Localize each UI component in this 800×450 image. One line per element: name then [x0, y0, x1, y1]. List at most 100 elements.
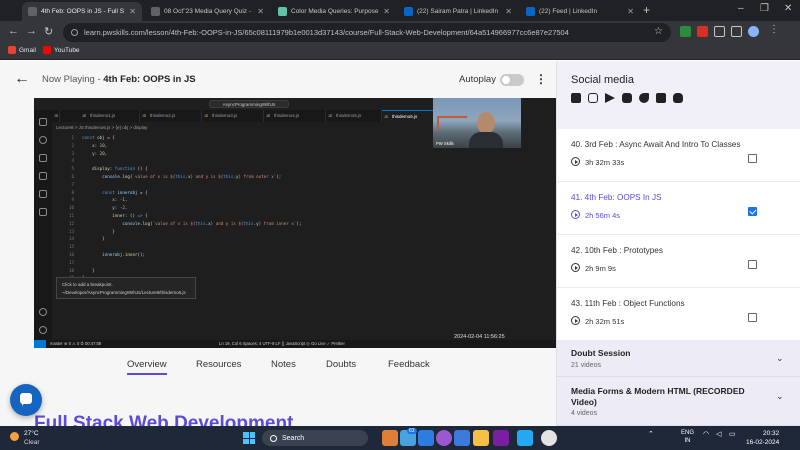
code-editor: const obj = { x: 10, y: 20, display: fun… — [82, 135, 302, 280]
tooltip-path: ~/Developer/AsyncProgrammingWithJs/Lectu… — [62, 290, 186, 295]
tab-notes[interactable]: Notes — [271, 359, 296, 370]
back-arrow-icon[interactable]: ← — [14, 70, 30, 88]
vscode-icon[interactable] — [517, 430, 533, 446]
tab-doubts[interactable]: Doubts — [326, 359, 356, 370]
reload-icon[interactable]: ↻ — [44, 25, 53, 38]
more-options-icon[interactable]: ⋮ — [535, 72, 547, 86]
lecture-item-current[interactable]: 41. 4th Feb: OOPS In JS 2h 56m 4s — [557, 182, 800, 235]
site-info-icon[interactable] — [71, 29, 78, 36]
telegram-icon[interactable] — [605, 93, 615, 103]
new-tab-icon[interactable]: + — [643, 3, 650, 17]
facebook-icon[interactable] — [571, 93, 581, 103]
section-doubt-session[interactable]: Doubt Session 21 videos ⌄ — [557, 341, 800, 377]
bookmark-gmail[interactable]: Gmail — [8, 46, 36, 54]
weather-condition: Clear — [24, 439, 40, 446]
bookmark-label: YouTube — [54, 46, 80, 54]
youtube-icon[interactable] — [622, 93, 632, 103]
social-icons — [571, 93, 683, 103]
address-bar[interactable]: learn.pwskills.com/lesson/4th-Feb:-OOPS-… — [63, 23, 671, 42]
vscode-command-center: AsyncProgrammingWithJs — [209, 100, 289, 108]
editor-tab: thisdemo4.js — [264, 110, 326, 122]
lecture-complete-checkbox[interactable] — [748, 313, 757, 322]
content-tabs: Overview Resources Notes Doubts Feedback — [0, 348, 556, 378]
video-player[interactable]: AsyncProgrammingWithJs thisdemo1.js this… — [34, 98, 556, 348]
extension-icon[interactable] — [697, 26, 708, 37]
discord-icon[interactable] — [673, 93, 683, 103]
volume-icon[interactable]: ◁ — [716, 430, 721, 438]
instagram-icon[interactable] — [588, 93, 598, 103]
windows-start-icon[interactable] — [243, 432, 255, 444]
maximize-icon[interactable]: ❐ — [760, 3, 769, 14]
side-panel-icon[interactable] — [731, 26, 742, 37]
chat-support-button[interactable] — [10, 384, 42, 416]
now-playing-text: Now Playing - 4th Feb: OOPS in JS — [42, 74, 196, 85]
browser-tab[interactable]: (22) Sairam Patra | LinkedIn ✕ — [398, 2, 518, 21]
screen: 4th Feb: OOPS in JS - Full S ✕ 08 Oct''2… — [0, 0, 800, 450]
gmail-icon — [8, 46, 16, 54]
chrome-icon[interactable] — [541, 430, 557, 446]
taskbar-app-icon[interactable] — [493, 430, 509, 446]
taskbar-app-icon[interactable] — [454, 430, 470, 446]
battery-icon[interactable]: ▭ — [729, 430, 736, 438]
extensions-puzzle-icon[interactable] — [714, 26, 725, 37]
tab-feedback[interactable]: Feedback — [388, 359, 430, 370]
linkedin-favicon-icon — [404, 7, 413, 16]
wifi-icon[interactable]: ◠ — [703, 430, 709, 438]
clock[interactable]: 20:32 16-02-2024 — [746, 429, 779, 447]
account-icon — [39, 308, 47, 316]
chevron-down-icon[interactable]: ⌄ — [776, 391, 784, 402]
run-debug-icon — [39, 172, 47, 180]
taskbar-app-icon[interactable] — [418, 430, 434, 446]
browser-tab[interactable]: 4th Feb: OOPS in JS - Full S ✕ — [22, 2, 142, 21]
lang-region: IN — [684, 438, 691, 444]
windows-taskbar: 27°C Clear Search 63 ⌃ ENG IN ◠ ◁ ▭ 20:32… — [0, 426, 800, 450]
lecture-item[interactable]: 40. 3rd Feb : Async Await And Intro To C… — [557, 129, 800, 182]
tab-resources[interactable]: Resources — [196, 359, 241, 370]
notification-badge: 63 — [407, 428, 417, 434]
extensions-icon — [39, 190, 47, 198]
browser-tab[interactable]: Color Media Queries: Purpose ✕ — [272, 2, 396, 21]
tab-close-icon[interactable]: ✕ — [257, 7, 264, 16]
bridge-backdrop — [437, 116, 467, 130]
tab-close-icon[interactable]: ✕ — [627, 7, 634, 16]
lecture-complete-checkbox[interactable] — [748, 154, 757, 163]
twitter-icon[interactable] — [639, 93, 649, 103]
tab-favicon-icon — [278, 7, 287, 16]
minimize-icon[interactable]: – — [738, 3, 744, 14]
lecture-title: 40. 3rd Feb : Async Await And Intro To C… — [571, 140, 741, 149]
extension-icon[interactable] — [680, 26, 691, 37]
taskbar-search[interactable]: Search — [262, 430, 368, 446]
close-window-icon[interactable]: ✕ — [784, 3, 792, 14]
editor-tab-active: thisdemo6.js — [382, 110, 434, 123]
tab-close-icon[interactable]: ✕ — [383, 7, 390, 16]
section-media-forms[interactable]: Media Forms & Modern HTML (RECORDED Vide… — [557, 377, 800, 426]
linkedin-icon[interactable] — [656, 93, 666, 103]
tab-overview[interactable]: Overview — [127, 359, 167, 375]
now-playing-title: 4th Feb: OOPS in JS — [103, 74, 196, 85]
editor-tab: thisdemo1.js — [80, 110, 140, 122]
lecture-complete-checkbox[interactable] — [748, 207, 757, 216]
file-explorer-icon[interactable] — [473, 430, 489, 446]
vscode-editor-tabs: thisdemo1.js thisdemo2.js thisdemo3.js t… — [52, 110, 434, 123]
browser-tab[interactable]: 08 Oct''23 Media Query Quiz - ✕ — [145, 2, 270, 21]
profile-avatar[interactable] — [748, 26, 759, 37]
lecture-complete-checkbox[interactable] — [748, 260, 757, 269]
settings-gear-icon — [39, 326, 47, 334]
back-icon[interactable]: ← — [8, 25, 19, 37]
tray-chevron-icon[interactable]: ⌃ — [648, 430, 654, 438]
browser-tab[interactable]: (22) Feed | LinkedIn ✕ — [520, 2, 640, 21]
bookmark-youtube[interactable]: YouTube — [43, 46, 80, 54]
tab-close-icon[interactable]: ✕ — [129, 7, 136, 16]
play-circle-icon — [571, 157, 580, 166]
forward-icon[interactable]: → — [26, 25, 37, 37]
autoplay-toggle[interactable] — [500, 74, 524, 86]
taskbar-app-icon[interactable] — [436, 430, 452, 446]
chrome-menu-icon[interactable]: ⋮ — [769, 24, 780, 35]
language-indicator[interactable]: ENG IN — [681, 429, 694, 445]
bookmark-star-icon[interactable]: ☆ — [654, 26, 663, 37]
lecture-item[interactable]: 42. 10th Feb : Prototypes 2h 9m 9s — [557, 235, 800, 288]
taskbar-app-icon[interactable] — [382, 430, 398, 446]
chevron-down-icon[interactable]: ⌄ — [776, 353, 784, 364]
lecture-item[interactable]: 43. 11th Feb : Object Functions 2h 32m 5… — [557, 288, 800, 341]
tab-close-icon[interactable]: ✕ — [505, 7, 512, 16]
